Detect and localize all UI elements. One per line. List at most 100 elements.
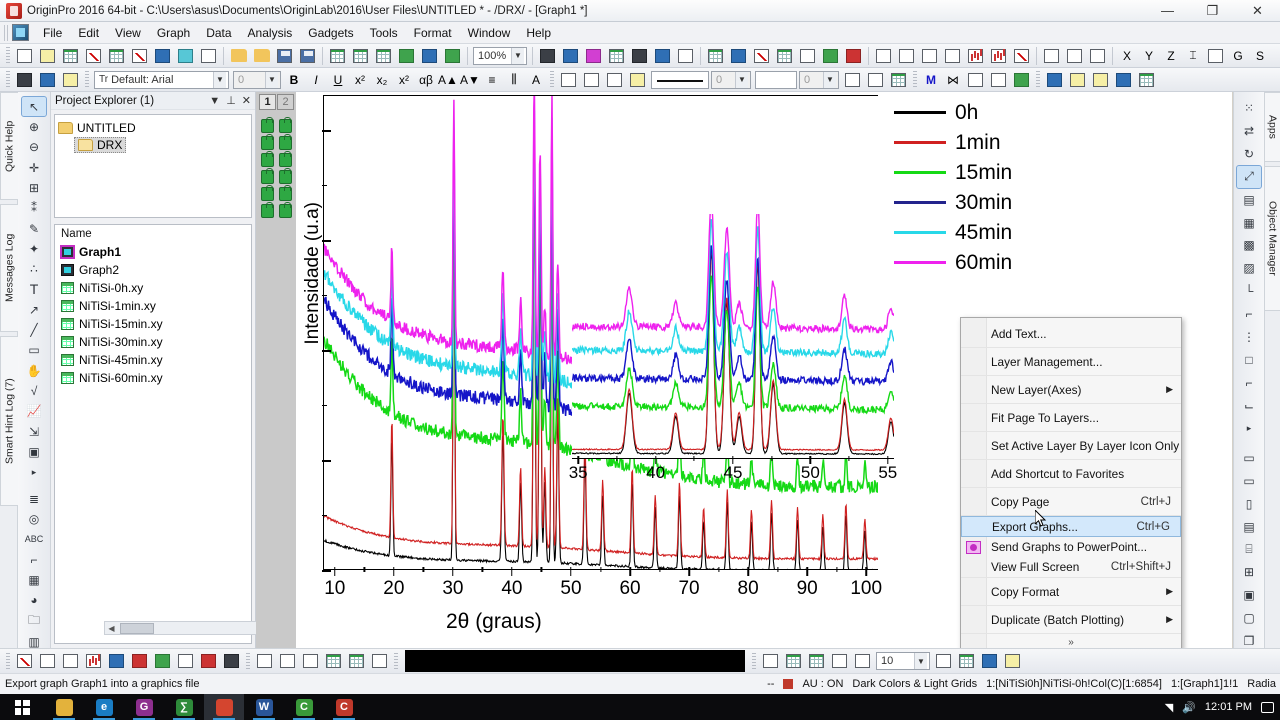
open-project-icon[interactable]	[228, 45, 249, 66]
layer-tab-2[interactable]: 2	[277, 94, 294, 110]
menu-item-view-full-screen[interactable]: View Full ScreenCtrl+Shift+J	[961, 558, 1181, 579]
set-x-icon[interactable]: X	[1117, 46, 1137, 66]
new-folder-icon[interactable]	[37, 45, 58, 66]
style-abc-icon[interactable]: ABC	[22, 530, 46, 549]
arrange-layers-icon[interactable]: ▦	[1237, 212, 1261, 234]
clock[interactable]: 12:01 PM	[1205, 701, 1252, 713]
maximize-button[interactable]: ❐	[1190, 0, 1235, 22]
new-project-icon[interactable]	[14, 45, 35, 66]
rescale-icon[interactable]	[705, 45, 726, 66]
size-icon[interactable]	[852, 651, 873, 672]
new-excel-icon[interactable]	[198, 45, 219, 66]
layer-lock-icon[interactable]	[261, 204, 274, 218]
style-circle-icon[interactable]: ◎	[22, 509, 46, 528]
menu-analysis[interactable]: Analysis	[240, 24, 301, 42]
zoom-out-tool-icon[interactable]: ⊖	[22, 138, 46, 157]
zoom-in-tool-icon[interactable]: ⊕	[22, 117, 46, 136]
chevron-down-icon[interactable]: ▼	[265, 72, 278, 88]
layout-align-left-icon[interactable]: ▭	[1237, 470, 1261, 492]
list-item[interactable]: NiTiSi-45min.xy	[55, 351, 251, 369]
page-fit-icon[interactable]	[829, 651, 850, 672]
filter-options-icon[interactable]	[1087, 45, 1108, 66]
code-builder-icon[interactable]	[652, 45, 673, 66]
layer-lock-icon[interactable]	[279, 119, 292, 133]
menu-edit[interactable]: Edit	[70, 24, 107, 42]
axis-dashed-icon[interactable]: ⌐	[1237, 303, 1261, 325]
set-z-icon[interactable]: Z	[1161, 46, 1181, 66]
layer-lock-icon[interactable]	[279, 170, 292, 184]
list-item[interactable]: Graph1	[55, 243, 251, 261]
print-preview-icon[interactable]	[560, 45, 581, 66]
pattern-icon[interactable]	[581, 69, 602, 90]
menu-item-duplicate-batch-plotting[interactable]: Duplicate (Batch Plotting)▶	[961, 606, 1181, 634]
arrow-tool-icon[interactable]: ↗	[22, 300, 46, 319]
page-size-combo[interactable]: 10 ▼	[876, 652, 930, 670]
list-item[interactable]: NiTiSi-0h.xy	[55, 279, 251, 297]
chevron-down-icon[interactable]: ▼	[914, 653, 927, 669]
zoom-in-icon[interactable]	[728, 45, 749, 66]
layer-contents-icon[interactable]	[675, 45, 696, 66]
set-error-icon[interactable]: ⌶	[1183, 46, 1203, 66]
inset-plot-area[interactable]: 3540455055	[572, 214, 894, 459]
box-plot-icon[interactable]	[129, 651, 150, 672]
layout-group-icon[interactable]: ⊞	[1237, 561, 1261, 583]
layout-align-top-icon[interactable]: ▭	[1237, 447, 1261, 469]
menu-item-set-active-layer-by-layer-icon-only[interactable]: Set Active Layer By Layer Icon Only	[961, 432, 1181, 460]
legend-entry[interactable]: 0h	[894, 97, 1094, 127]
toolbar-grip-2[interactable]	[6, 71, 10, 88]
taskbar-origin-viewer[interactable]: G	[124, 694, 164, 720]
list-item[interactable]: NiTiSi-1min.xy	[55, 297, 251, 315]
exchange-xy-icon[interactable]: ⇄	[1237, 120, 1261, 142]
stock-plot-icon[interactable]	[198, 651, 219, 672]
font-color-button[interactable]: A	[526, 70, 546, 90]
paste-icon[interactable]	[60, 69, 81, 90]
toolbar-grip-7[interactable]	[6, 653, 10, 670]
image-plot-icon[interactable]	[323, 651, 344, 672]
axis-left-icon[interactable]: └	[1237, 280, 1261, 302]
equation-tool-icon[interactable]: √	[22, 381, 46, 400]
text-box-icon[interactable]	[865, 69, 886, 90]
send-mail-icon[interactable]	[1002, 651, 1023, 672]
gradient-icon[interactable]	[604, 69, 625, 90]
new-layout-icon[interactable]	[152, 45, 173, 66]
volume-icon[interactable]: 🔊	[1182, 701, 1196, 714]
surface-plot-icon[interactable]	[254, 651, 275, 672]
menu-item-add-shortcut-to-favorites[interactable]: Add Shortcut to Favorites	[961, 460, 1181, 488]
line-tool-icon[interactable]: ╱	[22, 320, 46, 339]
style-bracket-icon[interactable]: ⌐	[22, 550, 46, 569]
menu-item-layer-management[interactable]: Layer Management...	[961, 348, 1181, 376]
bold-button[interactable]: B	[284, 70, 304, 90]
style-lines-icon[interactable]: ≣	[22, 489, 46, 508]
cut-icon[interactable]	[14, 69, 35, 90]
tab-apps[interactable]: Apps	[1264, 92, 1280, 162]
list-item[interactable]: NiTiSi-30min.xy	[55, 333, 251, 351]
rotate-icon[interactable]: ↻	[1237, 143, 1261, 165]
refresh-icon[interactable]	[820, 45, 841, 66]
menu-item-add-text[interactable]: Add Text...	[961, 320, 1181, 348]
menu-window[interactable]: Window	[460, 24, 519, 42]
axis-tick-icon[interactable]: ⌐	[1237, 372, 1261, 394]
page-setup-icon[interactable]	[760, 651, 781, 672]
layout-align-right-icon[interactable]: ▯	[1237, 493, 1261, 515]
import-single-ascii-icon[interactable]	[327, 45, 348, 66]
layout-front-icon[interactable]: ▣	[1237, 584, 1261, 606]
font-size-combo[interactable]: 0 ▼	[233, 71, 281, 89]
new-function-icon[interactable]	[129, 45, 150, 66]
export-page-icon[interactable]	[979, 651, 1000, 672]
legend-entry[interactable]: 60min	[894, 247, 1094, 277]
zoom-panel-icon[interactable]	[751, 45, 772, 66]
chevron-down-icon[interactable]: ▼	[511, 48, 524, 64]
light-icon[interactable]	[627, 69, 648, 90]
superscript-subscript-button[interactable]: x²	[394, 70, 414, 90]
text-tool-icon[interactable]: T	[22, 280, 46, 299]
italic-button[interactable]: I	[306, 70, 326, 90]
align-v-icon[interactable]	[965, 69, 986, 90]
subscript-button[interactable]: x₂	[372, 70, 392, 90]
project-object-list[interactable]: Name Graph1Graph2NiTiSi-0h.xyNiTiSi-1min…	[54, 224, 252, 644]
heatmap-plot-icon[interactable]	[346, 651, 367, 672]
palette-icon[interactable]	[1067, 69, 1088, 90]
column-plot-icon[interactable]	[83, 651, 104, 672]
layer-lock-icon[interactable]	[261, 136, 274, 150]
chevron-down-icon[interactable]: ▼	[823, 72, 836, 88]
start-button[interactable]	[0, 694, 44, 720]
